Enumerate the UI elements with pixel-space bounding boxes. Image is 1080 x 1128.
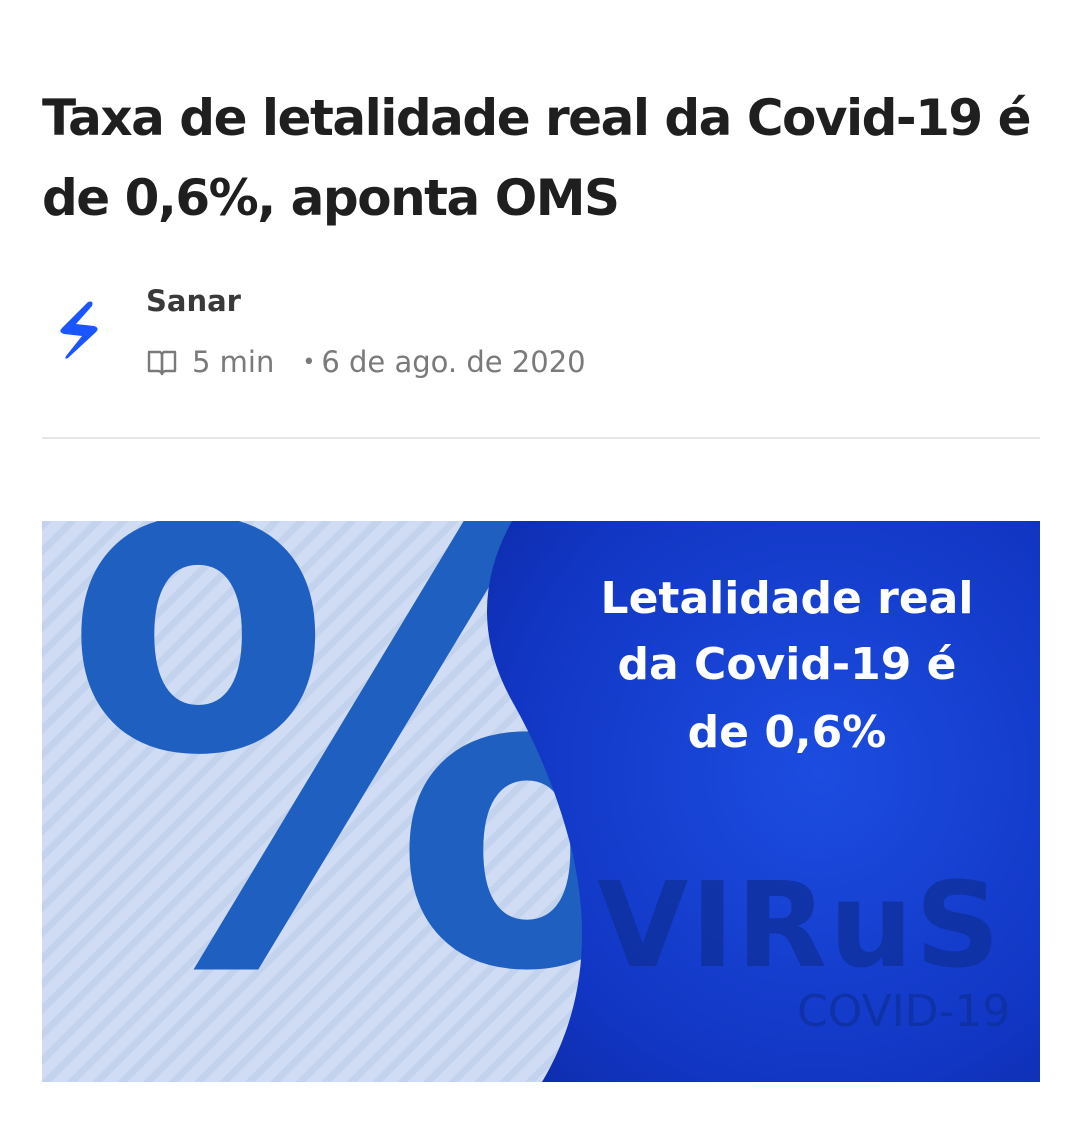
cover-headline-line-3: de 0,6% xyxy=(688,707,887,758)
author-name[interactable]: Sanar xyxy=(146,284,241,318)
cover-watermark-word: VIRuS xyxy=(597,856,1002,994)
meta-separator: • xyxy=(302,349,316,375)
sanar-logo-icon[interactable] xyxy=(52,298,106,362)
divider xyxy=(42,437,1040,439)
read-time: 5 min xyxy=(192,345,275,379)
publish-date: 6 de ago. de 2020 xyxy=(321,345,586,379)
article-title: Taxa de letalidade real da Covid-19 é de… xyxy=(42,89,1032,227)
article-meta: 5 min • 6 de ago. de 2020 xyxy=(146,342,586,382)
author-row: Sanar 5 min • 6 de ago. de 2020 xyxy=(42,280,1040,390)
cover-image[interactable]: % VIRuS COVID-19 Letalidade real da Covi… xyxy=(42,521,1040,1082)
book-open-icon xyxy=(147,350,177,376)
cover-headline-line-2: da Covid-19 é xyxy=(618,639,957,690)
cover-headline-line-1: Letalidade real xyxy=(601,573,974,624)
cover-watermark-sub: COVID-19 xyxy=(797,986,1010,1037)
